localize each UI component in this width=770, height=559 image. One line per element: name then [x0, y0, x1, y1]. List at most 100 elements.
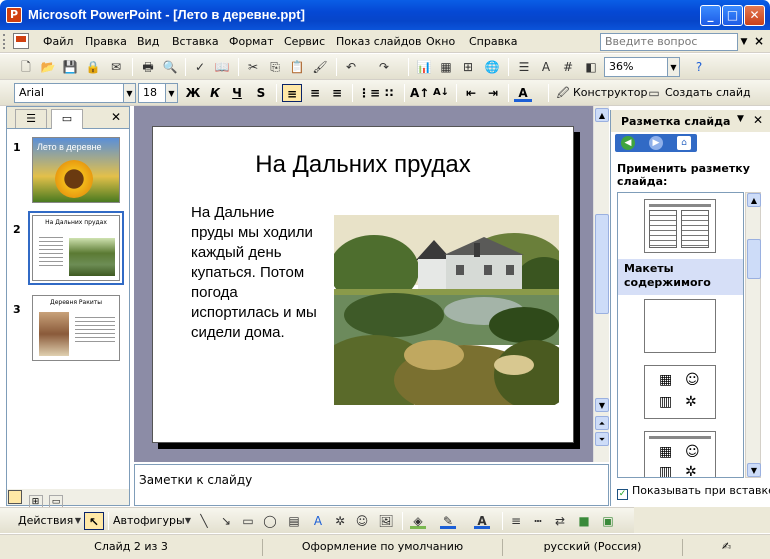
scroll-down-icon[interactable]: ▼ [747, 463, 761, 477]
bullets-icon[interactable]: ∷ [380, 84, 398, 102]
powerpoint-icon[interactable] [6, 7, 22, 23]
menu-view[interactable]: Вид [137, 35, 159, 48]
status-design[interactable]: Оформление по умолчанию [262, 539, 502, 556]
autoshapes-menu[interactable]: Автофигуры [113, 514, 185, 527]
permission-icon[interactable]: 🔒 [85, 59, 101, 75]
slide-title[interactable]: На Дальних прудах [153, 151, 573, 179]
help-search-input[interactable]: Введите вопрос [600, 33, 738, 51]
home-icon[interactable]: ⌂ [677, 136, 691, 150]
font-color-icon[interactable]: A [514, 84, 532, 102]
next-slide-icon[interactable]: ⏷ [595, 432, 609, 446]
new-icon[interactable]: 🗋 [18, 59, 34, 75]
slide-body-text[interactable]: На Дальние пруды мы ходили каждый день к… [191, 203, 321, 343]
expand-all-icon[interactable]: ☰ [516, 59, 532, 75]
menu-edit[interactable]: Правка [85, 35, 127, 48]
font-size-select[interactable]: 18 [138, 83, 166, 103]
insert-chart-icon[interactable]: 📊 [416, 59, 432, 75]
copy-icon[interactable]: ⎘ [267, 59, 283, 75]
help-icon[interactable]: ? [691, 59, 707, 75]
line-style-icon[interactable]: ≡ [508, 513, 524, 529]
scroll-thumb[interactable] [595, 214, 609, 314]
document-close-icon[interactable]: × [754, 34, 764, 48]
tab-outline[interactable]: ☰ [15, 109, 47, 128]
slide-thumbnail-3[interactable]: Деревня Ракиты [32, 295, 120, 361]
forward-icon[interactable]: ▶ [649, 136, 663, 150]
research-icon[interactable]: 📖 [214, 59, 230, 75]
align-left-icon[interactable]: ≡ [282, 84, 302, 102]
tab-slides[interactable]: ▭ [51, 109, 83, 129]
chevron-down-icon[interactable]: ▼ [738, 33, 750, 51]
insert-hyperlink-icon[interactable]: 🌐 [484, 59, 500, 75]
format-painter-icon[interactable]: 🖌 [312, 59, 328, 75]
select-pointer-icon[interactable]: ↖ [84, 512, 104, 530]
line-icon[interactable]: ╲ [196, 513, 212, 529]
undo-icon[interactable]: ↶ [343, 59, 359, 75]
notes-pane[interactable]: Заметки к слайду [134, 464, 609, 506]
arrow-icon[interactable]: ↘ [218, 513, 234, 529]
font-color-icon[interactable]: A [474, 513, 490, 529]
spelling-icon[interactable]: ✓ [192, 59, 208, 75]
toolbar-grip[interactable] [3, 34, 6, 49]
increase-font-icon[interactable]: A↑ [410, 84, 429, 102]
wordart-icon[interactable]: A [310, 513, 326, 529]
dash-style-icon[interactable]: ┅ [530, 513, 546, 529]
underline-button[interactable]: Ч [228, 84, 246, 102]
color-grayscale-icon[interactable]: ◧ [583, 59, 599, 75]
email-icon[interactable]: ✉ [108, 59, 124, 75]
slide-thumbnail-2[interactable]: На Дальних прудах [28, 211, 124, 285]
open-icon[interactable]: 📂 [40, 59, 56, 75]
chevron-down-icon[interactable]: ▼ [180, 513, 196, 529]
maximize-button[interactable]: □ [722, 5, 743, 26]
slide-thumbnail-1[interactable]: Лето в деревне [32, 137, 120, 203]
spelling-status-icon[interactable]: ✍ [682, 539, 770, 556]
close-icon[interactable]: ✕ [753, 113, 763, 127]
shadow-style-icon[interactable]: ■ [576, 513, 592, 529]
textbox-icon[interactable]: ▤ [286, 513, 302, 529]
layout-two-columns[interactable] [644, 199, 716, 253]
align-right-icon[interactable]: ≡ [328, 84, 346, 102]
minimize-button[interactable]: _ [700, 5, 721, 26]
redo-icon[interactable]: ↷ [376, 59, 392, 75]
menu-help[interactable]: Справка [469, 35, 517, 48]
designer-button[interactable]: Конструктор [573, 86, 647, 99]
checkbox-icon[interactable]: ✓ [617, 489, 628, 500]
cut-icon[interactable]: ✂ [245, 59, 261, 75]
document-icon[interactable] [13, 33, 29, 49]
clipart-icon[interactable]: ☺ [354, 513, 370, 529]
new-slide-button[interactable]: Создать слайд [665, 86, 751, 99]
show-formatting-icon[interactable]: A [538, 59, 554, 75]
picture-icon[interactable]: 🖼 [378, 513, 394, 529]
scroll-up-icon[interactable]: ▲ [595, 108, 609, 122]
back-icon[interactable]: ◀ [621, 136, 635, 150]
vertical-scrollbar[interactable]: ▲ ▼ ⏶ ⏷ [593, 106, 609, 462]
layout-scrollbar[interactable]: ▲ ▼ [745, 192, 761, 478]
align-center-icon[interactable]: ≡ [306, 84, 324, 102]
oval-icon[interactable]: ◯ [262, 513, 278, 529]
menu-window[interactable]: Окно [426, 35, 455, 48]
menu-tools[interactable]: Сервис [284, 35, 325, 48]
paste-icon[interactable]: 📋 [289, 59, 305, 75]
scroll-down-icon[interactable]: ▼ [595, 398, 609, 412]
task-pane-menu-icon[interactable]: ▼ [737, 114, 744, 124]
tables-borders-icon[interactable]: ⊞ [460, 59, 476, 75]
show-on-insert-checkbox[interactable]: ✓ Показывать при вставке с [617, 484, 770, 500]
arrow-style-icon[interactable]: ⇄ [552, 513, 568, 529]
menu-format[interactable]: Формат [229, 35, 274, 48]
close-icon[interactable]: ✕ [111, 110, 121, 124]
print-preview-icon[interactable]: 🔍 [162, 59, 178, 75]
decrease-font-icon[interactable]: A↓ [432, 84, 450, 102]
italic-button[interactable]: К [206, 84, 224, 102]
show-grid-icon[interactable]: # [560, 59, 576, 75]
actions-menu[interactable]: Действия [18, 514, 73, 527]
chevron-down-icon[interactable]: ▼ [166, 83, 178, 103]
decrease-indent-icon[interactable]: ⇤ [462, 84, 480, 102]
previous-slide-icon[interactable]: ⏶ [595, 416, 609, 430]
line-color-icon[interactable]: ✎ [440, 513, 456, 529]
print-icon[interactable]: 🖶 [140, 59, 156, 75]
fill-color-icon[interactable]: ◈ [410, 513, 426, 529]
zoom-select[interactable]: 36% [604, 57, 668, 77]
font-select[interactable]: Arial [14, 83, 124, 103]
chevron-down-icon[interactable]: ▼ [668, 57, 680, 77]
rectangle-icon[interactable]: ▭ [240, 513, 256, 529]
current-slide[interactable]: На Дальних прудах На Дальние пруды мы хо… [152, 126, 574, 443]
